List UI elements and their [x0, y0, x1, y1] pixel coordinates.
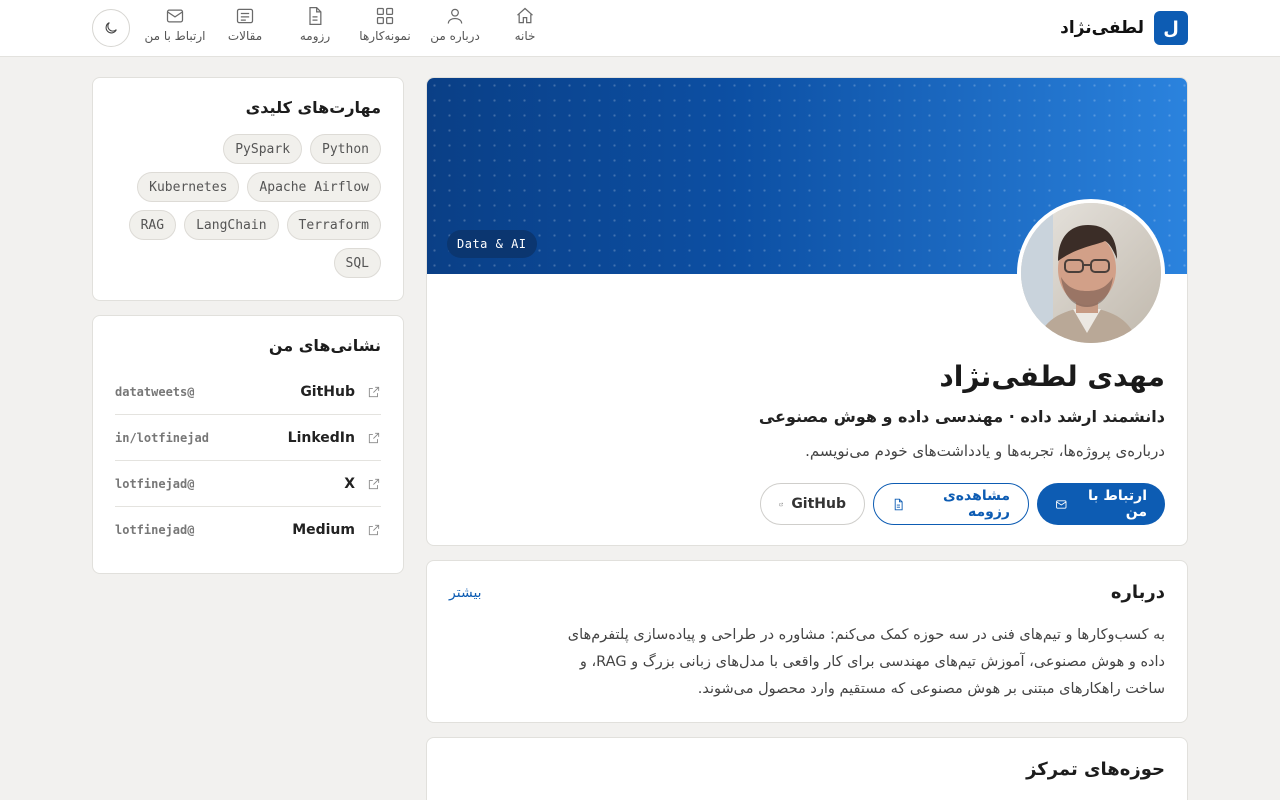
skills-card: مهارت‌های کلیدی Python PySpark Apache Ai…	[92, 77, 404, 301]
hero-tag-badge: Data & AI	[447, 230, 537, 258]
link-label-group: GitHub	[300, 384, 381, 400]
link-item-github[interactable]: GitHub datatweets@	[115, 369, 381, 415]
mail-icon	[1056, 499, 1067, 509]
link-handle: lotfinejad@	[115, 476, 195, 491]
article-icon	[236, 8, 254, 24]
grid-icon	[376, 7, 394, 25]
about-card: درباره بیشتر به کسب‌وکارها و تیم‌های فنی…	[426, 560, 1188, 723]
nav-item-articles[interactable]: مقالات	[210, 6, 280, 50]
external-link-icon	[368, 386, 380, 397]
home-icon	[517, 7, 533, 24]
skills-title: مهارت‌های کلیدی	[245, 98, 381, 117]
document-icon	[309, 7, 322, 25]
nav-label: ارتباط با من	[144, 29, 206, 43]
contact-button-label: ارتباط با من	[1087, 488, 1147, 520]
mail-icon	[166, 9, 184, 23]
skill-chip: Kubernetes	[137, 172, 240, 202]
brand-logo[interactable]: ل	[1154, 11, 1188, 45]
skill-chip: PySpark	[223, 134, 303, 164]
link-handle: in/lotfinejad	[115, 430, 209, 445]
brand-name[interactable]: لطفی‌نژاد	[1060, 18, 1144, 38]
external-link-icon	[368, 432, 380, 443]
link-item-linkedin[interactable]: LinkedIn in/lotfinejad	[115, 415, 381, 461]
link-label-group: Medium	[292, 522, 381, 538]
profile-name: مهدی لطفی‌نژاد	[939, 360, 1165, 393]
nav-label: رزومه	[299, 29, 331, 43]
link-handle: datatweets@	[115, 384, 195, 399]
external-link-icon	[779, 502, 783, 506]
contact-button[interactable]: ارتباط با من	[1037, 483, 1165, 525]
user-icon	[447, 8, 463, 24]
nav-label: درباره من	[430, 29, 480, 43]
hero-card: Data & AI مهدی لطفی‌نژاد دانشمند ارشد دا…	[426, 77, 1188, 546]
link-name: GitHub	[300, 383, 355, 400]
nav-item-about[interactable]: درباره من	[420, 6, 490, 50]
nav-item-resume[interactable]: رزومه	[280, 6, 350, 50]
profile-avatar	[1017, 199, 1165, 347]
skills-chip-list: Python PySpark Apache Airflow Kubernetes…	[111, 134, 381, 278]
about-text: به کسب‌وکارها و تیم‌های فنی در سه حوزه ک…	[567, 627, 1165, 697]
brand[interactable]: ل لطفی‌نژاد	[1060, 11, 1188, 45]
nav-item-contact[interactable]: ارتباط با من	[140, 6, 210, 50]
hero-actions: ارتباط با من مشاهده‌ی رزومه GitHub	[760, 483, 1165, 525]
links-title: نشانی‌های من	[268, 336, 381, 355]
profile-description: درباره‌ی پروژه‌ها، تجربه‌ها و یادداشت‌ها…	[805, 442, 1165, 460]
link-handle: lotfinejad@	[115, 523, 195, 537]
link-label-group: LinkedIn	[288, 430, 381, 446]
skill-chip: SQL	[333, 248, 381, 278]
skill-chip: Terraform	[286, 210, 381, 240]
about-title: درباره	[1110, 582, 1165, 603]
nav-item-portfolio[interactable]: نمونه‌کارها	[350, 6, 420, 50]
link-name: LinkedIn	[287, 429, 355, 446]
external-link-icon	[368, 478, 380, 489]
github-button[interactable]: GitHub	[760, 483, 865, 525]
nav-item-home[interactable]: خانه	[490, 6, 560, 50]
document-icon	[894, 498, 903, 510]
link-label-group: X	[344, 476, 381, 492]
nav-label: مقالات	[227, 29, 263, 43]
skill-chip: RAG	[128, 210, 177, 240]
nav-label: نمونه‌کارها	[359, 29, 411, 43]
link-item-medium[interactable]: Medium lotfinejad@	[115, 507, 381, 553]
profile-photo	[1021, 203, 1161, 343]
focus-areas-title: حوزه‌های تمرکز	[1026, 759, 1165, 780]
profile-title: دانشمند ارشد داده · مهندسی داده و هوش مص…	[758, 407, 1165, 426]
view-resume-button[interactable]: مشاهده‌ی رزومه	[873, 483, 1029, 525]
link-name: Medium	[292, 522, 355, 538]
external-link-icon	[368, 524, 380, 536]
github-button-label: GitHub	[791, 496, 846, 512]
moon-icon	[105, 22, 117, 34]
theme-toggle-button[interactable]	[92, 9, 130, 47]
link-name: X	[344, 475, 355, 492]
top-navbar: ل لطفی‌نژاد خانه درباره من نمونه‌کارها ر…	[0, 0, 1280, 57]
about-more-link[interactable]: بیشتر	[449, 585, 482, 601]
focus-areas-card: حوزه‌های تمرکز	[426, 737, 1188, 800]
main-nav: خانه درباره من نمونه‌کارها رزومه مقالات …	[140, 6, 560, 50]
skill-chip: Python	[310, 134, 381, 164]
links-list: GitHub datatweets@ LinkedIn in/lotfineja…	[115, 369, 381, 553]
skill-chip: LangChain	[184, 210, 279, 240]
link-item-x[interactable]: X lotfinejad@	[115, 461, 381, 507]
skill-chip: Apache Airflow	[247, 172, 381, 202]
nav-label: خانه	[514, 29, 536, 43]
links-card: نشانی‌های من GitHub datatweets@ LinkedIn…	[92, 315, 404, 574]
view-resume-label: مشاهده‌ی رزومه	[942, 488, 1010, 520]
